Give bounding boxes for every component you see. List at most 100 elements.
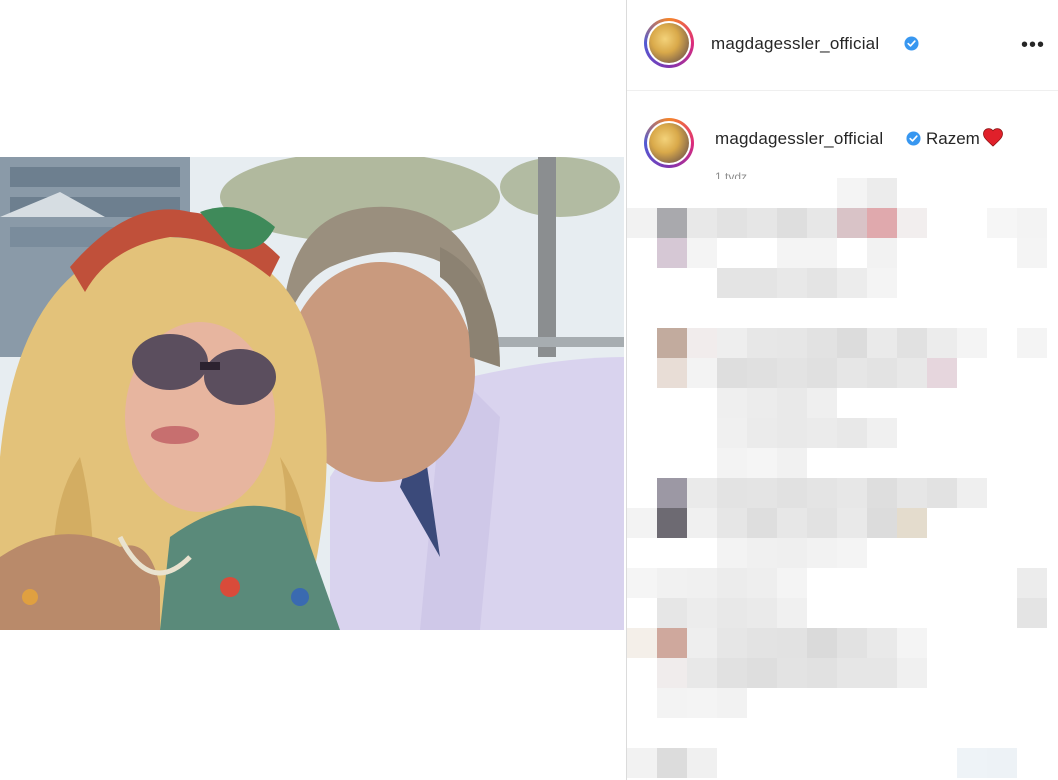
pixelated-comment-block [807,358,837,388]
pixelated-comment-block [897,478,927,508]
pixelated-comment-block [777,448,807,478]
pixelated-comment-block [657,328,687,358]
media-pane [0,0,626,780]
pixelated-comment-block [627,568,657,598]
pixelated-comment-block [717,688,747,718]
post-caption: magdagessler_official Razem 1 tydz. [627,110,1058,180]
post-sidebar: magdagessler_official ••• magdagessler_o… [626,0,1058,780]
pixelated-comment-block [747,568,777,598]
pixelated-comment-block [927,328,957,358]
pixelated-comment-block [867,208,897,238]
pixelated-comment-block [867,658,897,688]
pixelated-comment-block [717,538,747,568]
pixelated-comment-block [657,748,687,778]
pixelated-comment-block [807,328,837,358]
avatar-border [647,21,691,65]
author-username[interactable]: magdagessler_official [711,34,879,54]
post-photo[interactable] [0,157,624,630]
pixelated-comment-block [897,358,927,388]
pixelated-comment-block [657,688,687,718]
pixelated-comment-block [777,238,807,268]
pixelated-comment-block [747,358,777,388]
pixelated-comment-block [897,508,927,538]
red-heart-icon [983,128,1003,147]
pixelated-comment-block [627,748,657,778]
pixelated-comment-block [657,568,687,598]
pixelated-comment-block [867,478,897,508]
pixelated-comment-block [807,508,837,538]
pixelated-comment-block [1017,208,1047,238]
pixelated-comment-block [897,208,927,238]
pixelated-comment-block [837,478,867,508]
pixelated-comment-block [717,478,747,508]
pixelated-comment-block [807,628,837,658]
pixelated-comment-block [957,748,987,778]
pixelated-comment-block [807,238,837,268]
pixelated-comment-block [807,478,837,508]
pixelated-comment-block [687,598,717,628]
caption-avatar[interactable] [644,118,694,168]
pixelated-comment-block [717,418,747,448]
pixelated-comment-block [987,748,1017,778]
pixelated-comment-block [657,508,687,538]
pixelated-comment-block [717,358,747,388]
pixelated-comment-block [837,328,867,358]
pixelated-comment-block [717,268,747,298]
pixelated-comment-block [657,478,687,508]
pixelated-comment-block [807,418,837,448]
pixelated-comment-block [717,388,747,418]
pixelated-comment-block [687,208,717,238]
pixelated-comment-block [867,628,897,658]
pixelated-comment-block [807,538,837,568]
pixelated-comment-block [897,658,927,688]
pixelated-comment-block [747,628,777,658]
pixelated-comment-block [837,358,867,388]
pixelated-comment-block [627,208,657,238]
avatar[interactable] [644,18,694,68]
pixelated-comment-block [717,658,747,688]
pixelated-comment-block [657,358,687,388]
pixelated-comment-block [687,508,717,538]
pixelated-comment-block [837,508,867,538]
pixelated-comment-block [1017,568,1047,598]
pixelated-comment-block [1017,328,1047,358]
pixelated-comment-block [807,388,837,418]
pixelated-comment-block [897,328,927,358]
post-header: magdagessler_official ••• [627,0,1058,91]
profile-avatar-image [649,23,689,63]
caption-verified-badge-icon [906,131,921,146]
pixelated-comment-block [747,508,777,538]
pixelated-comment-block [777,538,807,568]
caption-username[interactable]: magdagessler_official [715,129,883,149]
pixelated-comment-block [777,358,807,388]
caption-text: Razem [926,129,980,148]
pixelated-comment-block [867,178,897,208]
pixelated-comment-block [777,418,807,448]
pixelated-comment-block [777,598,807,628]
pixelated-comment-block [717,568,747,598]
pixelated-comment-block [837,418,867,448]
pixelated-comment-block [747,478,777,508]
pixelated-comment-block [807,268,837,298]
more-options-button[interactable]: ••• [1021,33,1045,57]
pixelated-comment-block [627,508,657,538]
pixelated-comment-block [747,208,777,238]
pixelated-comment-block [747,418,777,448]
pixelated-comment-block [837,538,867,568]
pixelated-comment-block [687,748,717,778]
pixelated-comment-block [777,508,807,538]
pixelated-comment-block [687,238,717,268]
pixelated-comment-block [777,268,807,298]
comments-pixelated [627,178,1058,780]
pixelated-comment-block [627,628,657,658]
pixelated-comment-block [867,238,897,268]
pixelated-comment-block [777,478,807,508]
pixelated-comment-block [1017,238,1047,268]
pixelated-comment-block [687,358,717,388]
pixelated-comment-block [777,208,807,238]
pixelated-comment-block [747,538,777,568]
pixelated-comment-block [687,568,717,598]
pixelated-comment-block [717,208,747,238]
pixelated-comment-block [777,658,807,688]
instagram-post: magdagessler_official ••• magdagessler_o… [0,0,1058,780]
